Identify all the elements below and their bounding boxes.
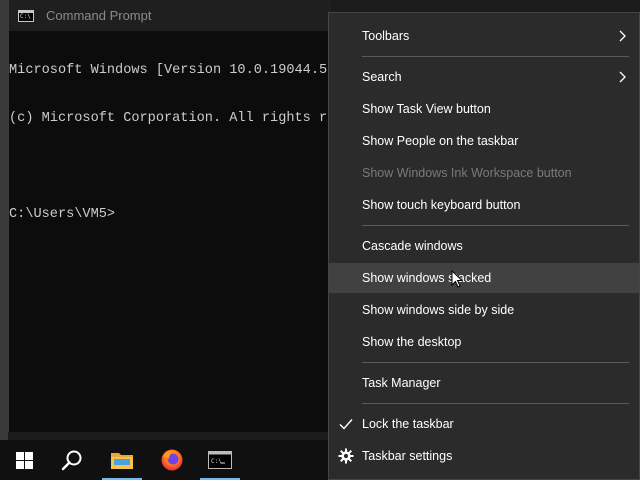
menu-item-show-windows-side-by-side[interactable]: Show windows side by side (329, 295, 639, 325)
menu-item-label: Show touch keyboard button (362, 198, 521, 212)
menu-item-label: Search (362, 70, 402, 84)
desktop: C:\ Command Prompt Microsoft Windows [Ve… (0, 0, 640, 480)
console-line: (c) Microsoft Corporation. All rights re (9, 111, 331, 126)
firefox-icon (161, 449, 183, 471)
menu-item-label: Show People on the taskbar (362, 134, 519, 148)
menu-item-show-ink-workspace: Show Windows Ink Workspace button (329, 158, 639, 188)
taskbar[interactable]: C:\ (0, 440, 328, 480)
desktop-background (0, 0, 8, 440)
console-output[interactable]: Microsoft Windows [Version 10.0.19044.50… (9, 31, 331, 432)
menu-item-label: Lock the taskbar (362, 417, 454, 431)
menu-item-label: Show Windows Ink Workspace button (362, 166, 572, 180)
window-title: Command Prompt (46, 8, 152, 23)
menu-item-show-desktop[interactable]: Show the desktop (329, 327, 639, 357)
menu-item-label: Task Manager (362, 376, 441, 390)
chevron-right-icon (619, 30, 626, 42)
folder-icon (111, 453, 133, 469)
menu-item-label: Taskbar settings (362, 449, 453, 463)
menu-item-label: Show the desktop (362, 335, 462, 349)
console-icon: C:\ (18, 9, 34, 22)
menu-item-label: Show Task View button (362, 102, 491, 116)
menu-item-show-windows-stacked[interactable]: Show windows stacked (329, 263, 639, 293)
firefox-button[interactable] (148, 440, 196, 480)
start-button[interactable] (0, 440, 48, 480)
menu-separator (362, 225, 629, 226)
console-line: Microsoft Windows [Version 10.0.19044.50 (9, 63, 331, 78)
menu-item-cascade-windows[interactable]: Cascade windows (329, 231, 639, 261)
menu-item-toolbars[interactable]: Toolbars (329, 21, 639, 51)
file-explorer-button[interactable] (98, 440, 146, 480)
menu-separator (362, 56, 629, 57)
menu-item-label: Cascade windows (362, 239, 463, 253)
command-prompt-button[interactable]: C:\ (196, 440, 244, 480)
taskbar-context-menu[interactable]: Toolbars Search Show Task View button Sh… (328, 12, 640, 480)
console-icon: C:\ (208, 451, 232, 469)
menu-separator (362, 403, 629, 404)
chevron-right-icon (619, 71, 626, 83)
windows-logo-icon (15, 451, 33, 469)
menu-item-lock-taskbar[interactable]: Lock the taskbar (329, 409, 639, 439)
menu-separator (362, 362, 629, 363)
checkmark-icon (339, 419, 353, 430)
window-titlebar[interactable]: C:\ Command Prompt (9, 0, 331, 31)
menu-item-task-manager[interactable]: Task Manager (329, 368, 639, 398)
menu-item-show-people[interactable]: Show People on the taskbar (329, 126, 639, 156)
console-prompt: C:\Users\VM5> (9, 207, 116, 222)
menu-item-taskbar-settings[interactable]: Taskbar settings (329, 441, 639, 471)
search-button[interactable] (48, 440, 96, 480)
menu-item-show-task-view[interactable]: Show Task View button (329, 94, 639, 124)
command-prompt-window[interactable]: C:\ Command Prompt Microsoft Windows [Ve… (8, 0, 331, 432)
menu-item-label: Show windows side by side (362, 303, 515, 317)
menu-item-label: Show windows stacked (362, 271, 492, 285)
menu-item-show-touch-keyboard[interactable]: Show touch keyboard button (329, 190, 639, 220)
gear-icon (338, 448, 354, 464)
mouse-cursor-icon (451, 270, 463, 288)
search-icon (61, 450, 82, 471)
menu-item-label: Toolbars (362, 29, 410, 43)
menu-item-search[interactable]: Search (329, 62, 639, 92)
svg-text:C:\: C:\ (211, 458, 222, 465)
